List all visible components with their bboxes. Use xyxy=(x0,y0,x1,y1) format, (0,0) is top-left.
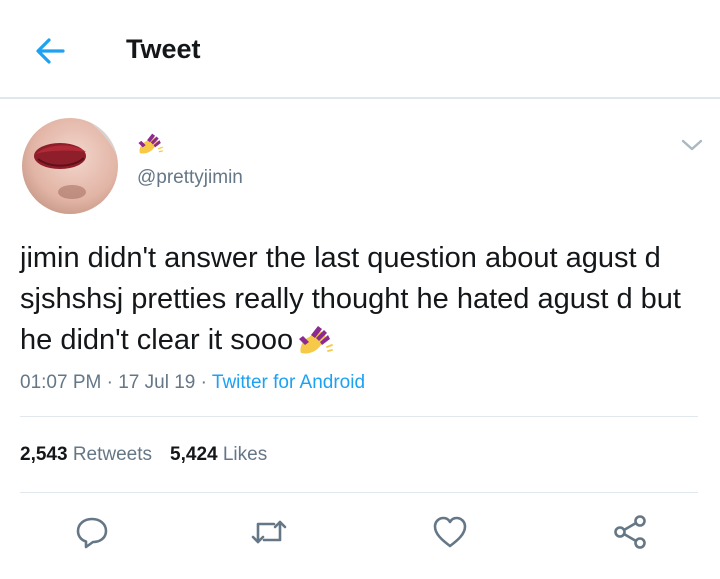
retweets-label: Retweets xyxy=(72,444,153,465)
arrow-left-icon xyxy=(36,38,65,64)
tweet-body: jimin didn't answer the last question ab… xyxy=(20,242,681,356)
share-button[interactable] xyxy=(610,512,650,552)
tweet-date: 17 Jul 19 xyxy=(118,372,196,393)
page-title: Tweet xyxy=(126,34,201,64)
tweet-stats: 2,543 Retweets 5,424 Likes xyxy=(20,444,267,466)
meta-separator: · xyxy=(195,372,212,393)
like-icon xyxy=(433,516,467,548)
retweet-button[interactable] xyxy=(249,512,289,552)
reply-button[interactable] xyxy=(72,512,112,552)
share-icon xyxy=(614,515,646,549)
tweet-text: jimin didn't answer the last question ab… xyxy=(20,238,704,361)
user-handle[interactable]: @prettyjimin xyxy=(137,167,243,189)
tweet-source-link[interactable]: Twitter for Android xyxy=(212,372,365,393)
top-bar: Tweet xyxy=(0,0,720,99)
nail-polish-emoji xyxy=(297,323,334,355)
tweet-menu-button[interactable] xyxy=(680,136,704,154)
avatar-photo xyxy=(22,118,118,214)
retweets-stat[interactable]: 2,543 Retweets xyxy=(20,444,152,465)
tweet-time: 01:07 PM xyxy=(20,372,102,393)
likes-stat[interactable]: 5,424 Likes xyxy=(170,444,267,465)
reply-icon xyxy=(76,517,108,549)
retweet-icon xyxy=(251,520,287,544)
nail-polish-emoji xyxy=(138,133,163,154)
back-button[interactable] xyxy=(30,33,70,69)
chevron-down-icon xyxy=(681,139,703,151)
avatar[interactable] xyxy=(22,118,118,214)
meta-separator: · xyxy=(101,372,119,393)
divider xyxy=(20,492,698,493)
likes-label: Likes xyxy=(222,444,268,465)
like-button[interactable] xyxy=(430,512,470,552)
tweet-meta: 01:07 PM · 17 Jul 19 · Twitter for Andro… xyxy=(20,372,365,394)
display-name[interactable] xyxy=(137,130,163,156)
divider xyxy=(20,416,698,417)
likes-count: 5,424 xyxy=(170,444,218,465)
retweets-count: 2,543 xyxy=(20,444,68,465)
